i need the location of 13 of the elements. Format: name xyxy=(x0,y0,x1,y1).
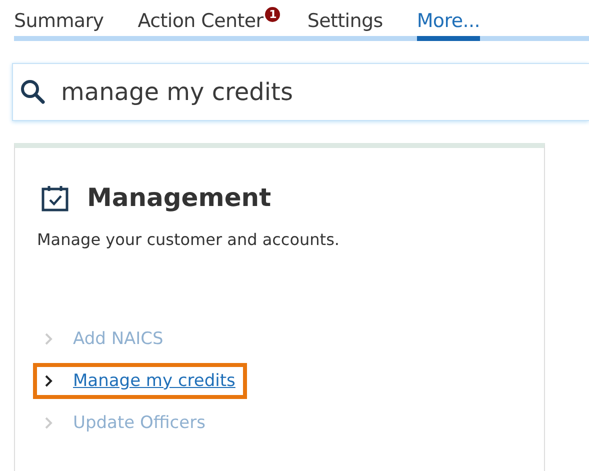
tab[interactable]: Summary xyxy=(14,8,104,41)
card-title: Management xyxy=(87,183,272,212)
tab[interactable]: Settings xyxy=(307,8,383,41)
chevron-right-icon xyxy=(45,333,53,345)
chevron-right-icon xyxy=(45,375,53,387)
tab[interactable]: More... xyxy=(416,8,480,41)
card-description: Manage your customer and accounts. xyxy=(37,230,340,249)
calendar-check-icon xyxy=(41,184,69,212)
notification-badge: 1 xyxy=(265,7,280,22)
chevron-right-icon xyxy=(45,417,53,429)
search-field[interactable]: manage my credits xyxy=(12,63,589,121)
link[interactable]: Manage my credits xyxy=(73,371,236,391)
search-icon xyxy=(19,78,47,106)
